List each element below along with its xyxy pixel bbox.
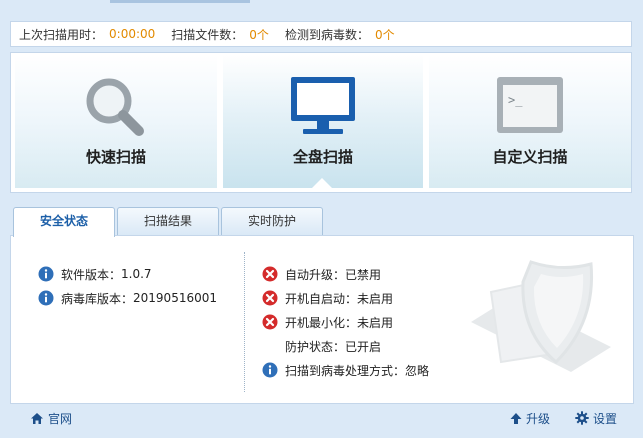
settings-link[interactable]: 设置: [575, 410, 617, 426]
settings-label: 设置: [593, 411, 618, 426]
arrow-up-icon: [510, 412, 522, 424]
protection-status: 防护状态：已开启: [285, 339, 382, 354]
scan-stats-bar: 上次扫描用时： 0:00:00 扫描文件数： 0个 检测到病毒数： 0个: [10, 21, 632, 47]
error-icon: [262, 290, 278, 306]
monitor-icon: [291, 77, 355, 134]
svg-text:>_: >_: [508, 93, 523, 107]
top-strip: [110, 0, 250, 3]
software-version-label: 软件版本：: [61, 267, 122, 282]
column-divider: [244, 252, 245, 392]
custom-scan-button[interactable]: >_ 自定义扫描: [429, 55, 631, 188]
virus-db-version-label: 病毒库版本：: [61, 291, 134, 306]
selection-pointer: [312, 178, 332, 188]
startup-status: 开机自启动：未启用: [262, 289, 393, 307]
official-site-link[interactable]: 官网: [30, 410, 72, 426]
error-icon: [262, 314, 278, 330]
viruses-found-value: 0个: [374, 27, 395, 42]
upgrade-label: 升级: [526, 411, 551, 426]
info-icon: [262, 362, 278, 378]
full-scan-label: 全盘扫描: [292, 148, 353, 166]
tab-realtime-protection[interactable]: 实时防护: [221, 207, 323, 236]
minimize-on-start-status: 开机最小化：未启用: [262, 313, 393, 331]
info-icon: [38, 266, 54, 282]
scan-mode-panel: 快速扫描 全盘扫描 >_ 自定义扫描: [10, 52, 632, 193]
auto-upgrade-status: 自动升级：已禁用: [262, 265, 381, 283]
tab-scan-results[interactable]: 扫描结果: [117, 207, 219, 236]
virus-action-status: 扫描到病毒处理方式：忽略: [262, 361, 429, 379]
software-version-row: 软件版本： 1.0.7: [38, 265, 152, 283]
home-icon: [31, 412, 43, 424]
magnifier-icon: [86, 78, 144, 136]
tab-security-status[interactable]: 安全状态: [13, 207, 115, 237]
viruses-found-label: 检测到病毒数：: [284, 27, 369, 42]
virus-db-version-row: 病毒库版本： 20190516001: [38, 289, 217, 307]
quick-scan-label: 快速扫描: [85, 148, 146, 166]
last-scan-time-value: 0:00:00: [109, 27, 156, 41]
software-version-value: 1.0.7: [121, 267, 152, 281]
files-scanned-value: 0个: [249, 27, 269, 42]
official-site-label: 官网: [48, 411, 73, 426]
error-icon: [262, 266, 278, 282]
upgrade-link[interactable]: 升级: [510, 410, 550, 426]
last-scan-time-label: 上次扫描用时：: [19, 27, 104, 42]
virus-db-version-value: 20190516001: [133, 291, 217, 305]
quick-scan-button[interactable]: 快速扫描: [15, 55, 217, 188]
files-scanned-label: 扫描文件数：: [171, 27, 244, 42]
custom-scan-label: 自定义扫描: [492, 148, 568, 166]
terminal-icon: >_: [497, 77, 563, 133]
security-status-panel: 软件版本： 1.0.7 病毒库版本： 20190516001 自动升级：已禁用 …: [10, 235, 634, 404]
shield-watermark-icon: [471, 260, 611, 372]
info-icon: [38, 290, 54, 306]
gear-icon: [575, 411, 589, 425]
full-scan-button[interactable]: 全盘扫描: [223, 55, 423, 188]
